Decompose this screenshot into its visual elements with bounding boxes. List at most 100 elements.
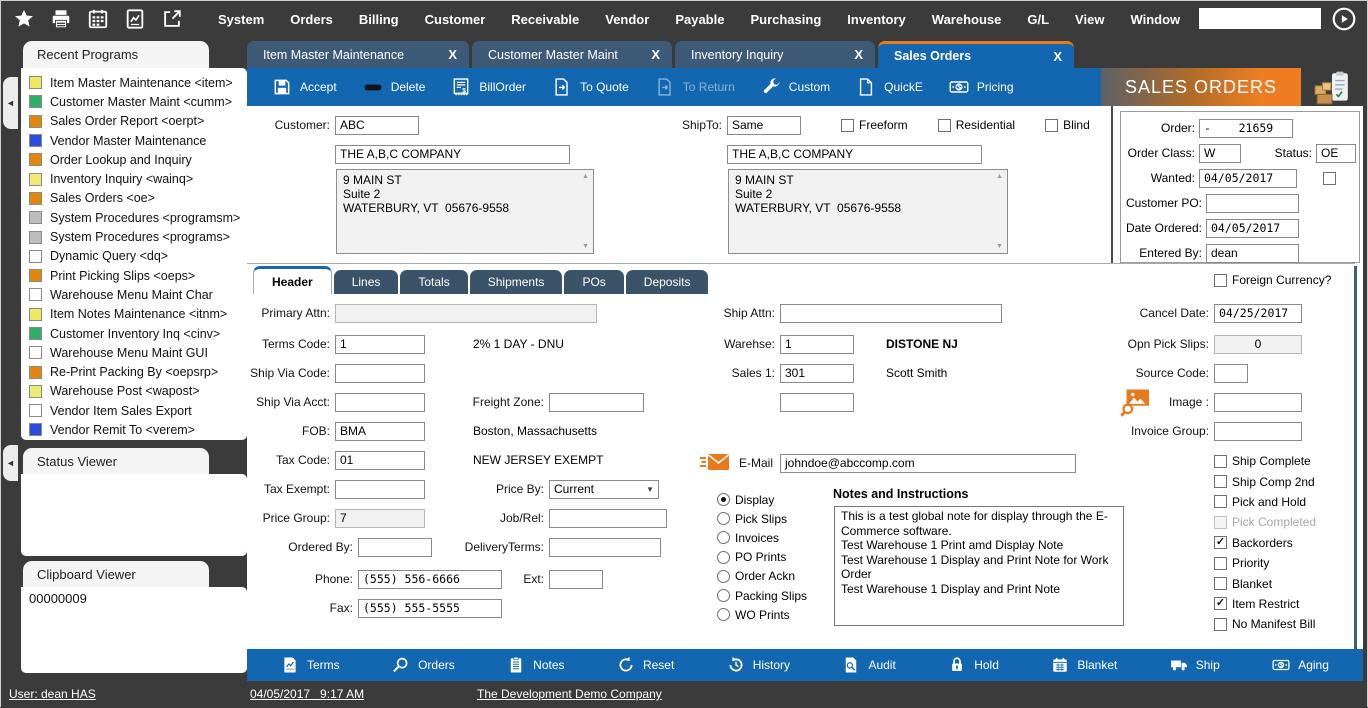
toolbar-button-to-quote[interactable]: To Quote bbox=[539, 77, 642, 97]
recent-program-vendor-remit-to-verem[interactable]: Vendor Remit To <verem> bbox=[29, 420, 245, 439]
recent-program-item-master-maintenance-item[interactable]: Item Master Maintenance <item> bbox=[29, 73, 245, 92]
menu-window[interactable]: Window bbox=[1117, 12, 1193, 27]
job-rel-field[interactable] bbox=[549, 509, 667, 528]
recent-program-vendor-item-sales-export[interactable]: Vendor Item Sales Export bbox=[29, 401, 245, 420]
close-icon[interactable]: X bbox=[448, 47, 457, 62]
status-viewer-collapse-handle[interactable]: ◄ bbox=[3, 445, 18, 481]
source-code-field[interactable] bbox=[1214, 364, 1248, 383]
recent-program-vendor-master-maintenance[interactable]: Vendor Master Maintenance bbox=[29, 131, 245, 150]
open-window-icon[interactable] bbox=[161, 8, 183, 30]
detail-tab-pos[interactable]: POs bbox=[564, 270, 623, 294]
sidebar-collapse-handle[interactable]: ◄ bbox=[3, 77, 18, 129]
statusbar-company[interactable]: The Development Demo Company bbox=[477, 687, 662, 701]
shipto-address-scrollbar[interactable]: ▲▼ bbox=[992, 170, 1007, 253]
bottom-button-aging[interactable]: $Aging bbox=[1272, 656, 1329, 674]
recent-program-re-print-packing-by-oepsrp[interactable]: Re-Print Packing By <oepsrp> bbox=[29, 362, 245, 381]
cancel-date-field[interactable]: 04/25/2017 bbox=[1214, 304, 1302, 323]
scroll-up-icon[interactable]: ▲ bbox=[582, 173, 589, 180]
menu-payable[interactable]: Payable bbox=[662, 12, 737, 27]
search-input[interactable] bbox=[1199, 8, 1321, 29]
scroll-up-icon[interactable]: ▲ bbox=[996, 173, 1003, 180]
bottom-button-terms[interactable]: Terms bbox=[281, 656, 340, 674]
recent-program-item-notes-maintenance-itnm[interactable]: Item Notes Maintenance <itnm> bbox=[29, 305, 245, 324]
delivery-terms-field[interactable] bbox=[549, 538, 661, 557]
order-number-field[interactable]: - 21659 bbox=[1199, 119, 1293, 138]
recent-program-warehouse-menu-maint-char[interactable]: Warehouse Menu Maint Char bbox=[29, 285, 245, 304]
price-by-select[interactable]: Current ▼ bbox=[549, 480, 659, 499]
ext-field[interactable] bbox=[549, 570, 603, 589]
shipto-name-field[interactable]: THE A,B,C COMPANY bbox=[727, 145, 982, 164]
flag-ship-complete[interactable]: Ship Complete bbox=[1214, 451, 1316, 471]
statusbar-user[interactable]: User: dean HAS bbox=[9, 687, 96, 701]
menu-purchasing[interactable]: Purchasing bbox=[737, 12, 834, 27]
bottom-button-notes[interactable]: Notes bbox=[507, 656, 564, 674]
recent-program-print-picking-slips-oeps[interactable]: Print Picking Slips <oeps> bbox=[29, 266, 245, 285]
toolbar-button-delete[interactable]: Delete bbox=[350, 77, 439, 97]
radio-wo-prints[interactable]: WO Prints bbox=[717, 605, 807, 624]
tab-inventory-inquiry[interactable]: Inventory Inquiry X bbox=[675, 41, 875, 68]
recent-program-sales-orders-oe[interactable]: Sales Orders <oe> bbox=[29, 189, 245, 208]
flag-item-restrict[interactable]: ✓ Item Restrict bbox=[1214, 594, 1316, 614]
flag-ship-comp-2nd[interactable]: Ship Comp 2nd bbox=[1214, 471, 1316, 491]
bottom-button-history[interactable]: History bbox=[727, 656, 790, 674]
tax-code-field[interactable]: 01 bbox=[335, 451, 425, 470]
bottom-button-ship[interactable]: Ship bbox=[1170, 656, 1220, 674]
radio-pick-slips[interactable]: Pick Slips bbox=[717, 509, 807, 528]
recent-program-order-lookup-and-inquiry[interactable]: Order Lookup and Inquiry bbox=[29, 150, 245, 169]
ship-via-code-field[interactable] bbox=[335, 364, 425, 383]
close-icon[interactable]: X bbox=[651, 47, 660, 62]
flag-backorders[interactable]: ✓ Backorders bbox=[1214, 533, 1316, 553]
menu-system[interactable]: System bbox=[205, 12, 277, 27]
foreign-currency-checkbox[interactable]: Foreign Currency? bbox=[1214, 273, 1331, 287]
opn-pick-slips-field[interactable]: 0 bbox=[1214, 335, 1302, 354]
email-field[interactable]: johndoe@abccomp.com bbox=[780, 454, 1076, 473]
flag-priority[interactable]: Priority bbox=[1214, 553, 1316, 573]
primary-attn-field[interactable] bbox=[335, 304, 597, 323]
shipto-option-freeform[interactable]: Freeform bbox=[841, 118, 908, 132]
shipto-option-residential[interactable]: Residential bbox=[938, 118, 1015, 132]
radio-po-prints[interactable]: PO Prints bbox=[717, 548, 807, 567]
customer-po-field[interactable] bbox=[1206, 194, 1299, 213]
sales2-field[interactable] bbox=[780, 393, 854, 412]
target-icon[interactable] bbox=[1331, 6, 1357, 32]
customer-address-box[interactable]: 9 MAIN ST Suite 2 WATERBURY, VT 05676-95… bbox=[336, 169, 594, 254]
warehouse-field[interactable]: 1 bbox=[780, 335, 854, 354]
tab-customer-master-maint[interactable]: Customer Master Maint X bbox=[472, 41, 672, 68]
menu-receivable[interactable]: Receivable bbox=[498, 12, 592, 27]
customer-name-field[interactable]: THE A,B,C COMPANY bbox=[335, 145, 570, 164]
terms-code-field[interactable]: 1 bbox=[335, 335, 425, 354]
radio-packing-slips[interactable]: Packing Slips bbox=[717, 586, 807, 605]
bottom-button-reset[interactable]: Reset bbox=[617, 656, 674, 674]
recent-program-customer-inventory-inq-cinv[interactable]: Customer Inventory Inq <cinv> bbox=[29, 324, 245, 343]
wanted-date-field[interactable]: 04/05/2017 bbox=[1199, 169, 1297, 188]
detail-tab-shipments[interactable]: Shipments bbox=[470, 270, 563, 294]
menu-view[interactable]: View bbox=[1062, 12, 1117, 27]
scroll-down-icon[interactable]: ▼ bbox=[582, 243, 589, 250]
bottom-button-audit[interactable]: Audit bbox=[842, 656, 895, 674]
menu-g-l[interactable]: G/L bbox=[1014, 12, 1062, 27]
detail-tab-deposits[interactable]: Deposits bbox=[626, 270, 709, 294]
shipto-address-box[interactable]: 9 MAIN ST Suite 2 WATERBURY, VT 05676-95… bbox=[728, 169, 1008, 254]
statusbar-datetime[interactable]: 04/05/2017 9:17 AM bbox=[250, 687, 364, 701]
print-icon[interactable] bbox=[50, 8, 72, 30]
shipto-code-field[interactable]: Same bbox=[727, 116, 801, 135]
close-icon[interactable]: X bbox=[854, 47, 863, 62]
sales1-field[interactable]: 301 bbox=[780, 364, 854, 383]
radio-order-ackn[interactable]: Order Ackn bbox=[717, 567, 807, 586]
menu-warehouse[interactable]: Warehouse bbox=[919, 12, 1015, 27]
radio-display[interactable]: Display bbox=[717, 490, 807, 509]
detail-tab-header[interactable]: Header bbox=[253, 266, 332, 294]
status-viewer-header[interactable]: Status Viewer bbox=[23, 448, 209, 474]
close-icon[interactable]: X bbox=[1053, 49, 1062, 64]
bottom-button-blanket[interactable]: Blanket bbox=[1051, 656, 1117, 674]
scroll-down-icon[interactable]: ▼ bbox=[996, 243, 1003, 250]
freight-zone-field[interactable] bbox=[549, 393, 644, 412]
flag-blanket[interactable]: Blanket bbox=[1214, 573, 1316, 593]
date-ordered-field[interactable]: 04/05/2017 bbox=[1206, 219, 1299, 238]
recent-program-sales-order-report-oerpt[interactable]: Sales Order Report <oerpt> bbox=[29, 112, 245, 131]
toolbar-button-accept[interactable]: Accept bbox=[259, 77, 350, 97]
menu-billing[interactable]: Billing bbox=[346, 12, 412, 27]
report-icon[interactable] bbox=[124, 8, 146, 30]
order-class-field[interactable]: W bbox=[1199, 144, 1241, 163]
entered-by-field[interactable]: dean bbox=[1206, 244, 1299, 263]
